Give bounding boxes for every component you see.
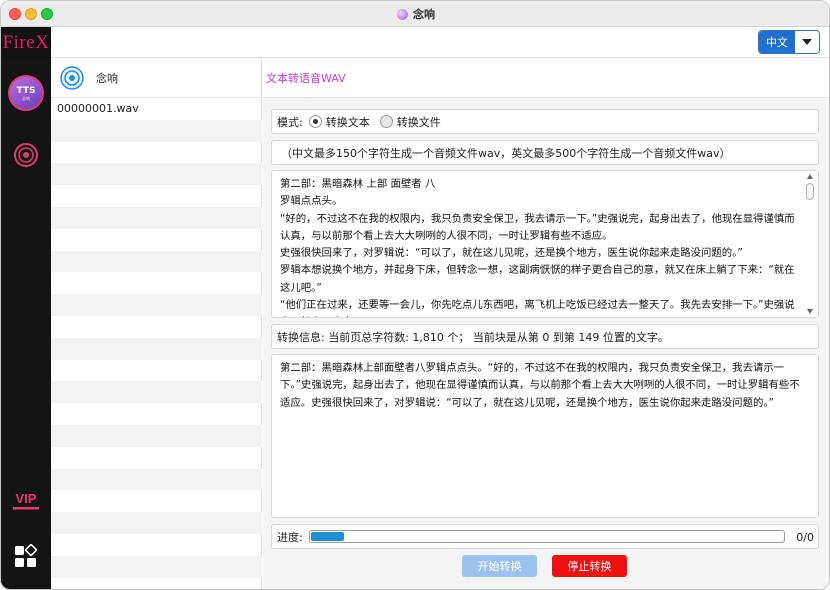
progress-fill <box>310 532 344 541</box>
scroll-thumb[interactable] <box>806 183 814 200</box>
tts-avatar-title: TTS <box>16 85 36 96</box>
window-title-wrap: 念响 <box>1 1 829 27</box>
tts-avatar-subtitle: 念响 <box>22 95 30 101</box>
mode-label: 模式: <box>277 115 303 129</box>
vip-icon[interactable]: VIP <box>10 488 42 512</box>
file-list-empty-row <box>51 447 262 469</box>
sidebar: TTS 念响 VIP <box>1 58 51 589</box>
source-text-line: “好的，不过这不在我的权限内，我只负责安全保卫，我去请示一下。”史强说完，起身出… <box>280 212 795 242</box>
radio-checked-icon[interactable] <box>308 115 322 128</box>
mode-selector: 模式: 转换文本 转换文件 <box>271 109 819 134</box>
progress-row: 进度: 0/0 <box>271 524 819 549</box>
file-list-header: 念响 <box>51 58 262 98</box>
main-pane: 文本转语音WAV 模式: 转换文本 转换文件 （中文最多150个字符生成一个音频… <box>263 58 829 589</box>
progress-bar <box>308 530 785 543</box>
start-conversion-button[interactable]: 开始转换 <box>462 555 537 577</box>
chunk-text-area[interactable]: 第二部：黑暗森林上部面壁者八罗辑点点头。“好的，不过这不在我的权限内，我只负责安… <box>271 354 819 518</box>
file-list-title: 念响 <box>96 71 118 85</box>
disc-icon[interactable] <box>13 142 39 168</box>
source-text-area[interactable]: 第二部：黑暗森林 上部 面壁者 八 罗辑点点头。 “好的，不过这不在我的权限内，… <box>271 170 819 318</box>
file-list-empty-row <box>51 555 262 578</box>
file-list-empty-row <box>51 512 262 534</box>
file-list-empty-row <box>51 403 262 425</box>
top-toolbar: FireX 中文 <box>1 27 829 58</box>
source-text-line: 罗辑本想说换个地方，并起身下床，但转念一想，这副病恹恹的样子更合自己的意，就又在… <box>280 264 795 294</box>
file-list-empty-row <box>51 490 262 512</box>
title-bar: 念响 <box>1 1 829 27</box>
file-list-empty-row <box>51 294 262 316</box>
file-list-item[interactable]: 00000001.wav <box>51 98 262 120</box>
app-icon <box>397 8 408 20</box>
hint-box: （中文最多150个字符生成一个音频文件wav，英文最多500个字符生成一个音频文… <box>271 140 819 165</box>
file-list-empty-row <box>51 185 262 207</box>
mode-option-file[interactable]: 转换文件 <box>379 114 441 130</box>
scroll-down-arrow-icon[interactable] <box>807 309 813 314</box>
language-value[interactable]: 中文 <box>759 31 795 53</box>
chunk-text: 第二部：黑暗森林上部面壁者八罗辑点点头。“好的，不过这不在我的权限内，我只负责安… <box>280 362 800 409</box>
mode-option-text[interactable]: 转换文本 <box>308 114 370 130</box>
page-title: 文本转语音WAV <box>266 71 346 85</box>
language-dropdown-button[interactable] <box>795 31 819 53</box>
logo-text: FireX <box>2 31 50 53</box>
language-select[interactable]: 中文 <box>758 30 820 54</box>
hint-text: （中文最多150个字符生成一个音频文件wav，英文最多500个字符生成一个音频文… <box>281 146 731 160</box>
file-list-pane: 念响 00000001.wav <box>51 58 262 589</box>
progress-count: 0/0 <box>796 531 814 544</box>
file-list-empty-row <box>51 534 262 556</box>
file-list-empty-row <box>51 337 262 360</box>
scroll-up-arrow-icon[interactable] <box>807 174 813 179</box>
app-window: 念响 FireX 中文 TTS 念响 VIP 念响 00000001.wav 文… <box>0 0 830 590</box>
app-logo: FireX <box>1 27 51 58</box>
vip-label: VIP <box>16 491 37 506</box>
file-list-empty-row <box>51 206 262 229</box>
file-list-empty-row <box>51 250 262 273</box>
source-text-line: “他们正在过来，还要等一会儿，你先吃点儿东西吧，离飞机上吃饭已经过去一整天了。我… <box>280 299 795 317</box>
progress-label: 进度: <box>277 530 303 544</box>
file-list-empty-row <box>51 468 262 491</box>
mode-option-file-label[interactable]: 转换文件 <box>397 114 441 130</box>
file-list-empty-row <box>51 142 262 164</box>
file-list: 00000001.wav <box>51 98 262 578</box>
source-scrollbar[interactable] <box>806 174 815 314</box>
file-list-empty-row <box>51 163 262 186</box>
main-header: 文本转语音WAV <box>263 58 829 98</box>
radio-unchecked-icon[interactable] <box>379 115 393 128</box>
file-list-empty-row <box>51 360 262 382</box>
chevron-down-icon <box>802 39 812 45</box>
file-list-empty-row <box>51 424 262 447</box>
stop-conversion-button[interactable]: 停止转换 <box>552 555 627 577</box>
disc-icon <box>60 65 84 90</box>
file-list-empty-row <box>51 381 262 404</box>
file-list-empty-row <box>51 272 262 294</box>
file-list-empty-row <box>51 316 262 338</box>
conversion-info-text: 转换信息: 当前页总字符数: 1,810 个； 当前块是从第 0 到第 149 … <box>277 330 669 344</box>
tts-nav-button[interactable]: TTS 念响 <box>8 75 44 111</box>
file-list-empty-row <box>51 119 262 142</box>
source-text-line: 史强很快回来了，对罗辑说：“可以了，就在这儿见呢，还是换个地方，医生说你起来走路… <box>280 247 743 260</box>
file-list-empty-row <box>51 229 262 251</box>
window-title: 念响 <box>413 8 435 21</box>
source-text-line: 第二部：黑暗森林 上部 面壁者 八 <box>280 178 436 190</box>
apps-grid-icon[interactable] <box>14 544 38 568</box>
conversion-info: 转换信息: 当前页总字符数: 1,810 个； 当前块是从第 0 到第 149 … <box>271 324 819 349</box>
source-text-line: 罗辑点点头。 <box>280 195 343 208</box>
mode-option-text-label[interactable]: 转换文本 <box>326 114 370 130</box>
